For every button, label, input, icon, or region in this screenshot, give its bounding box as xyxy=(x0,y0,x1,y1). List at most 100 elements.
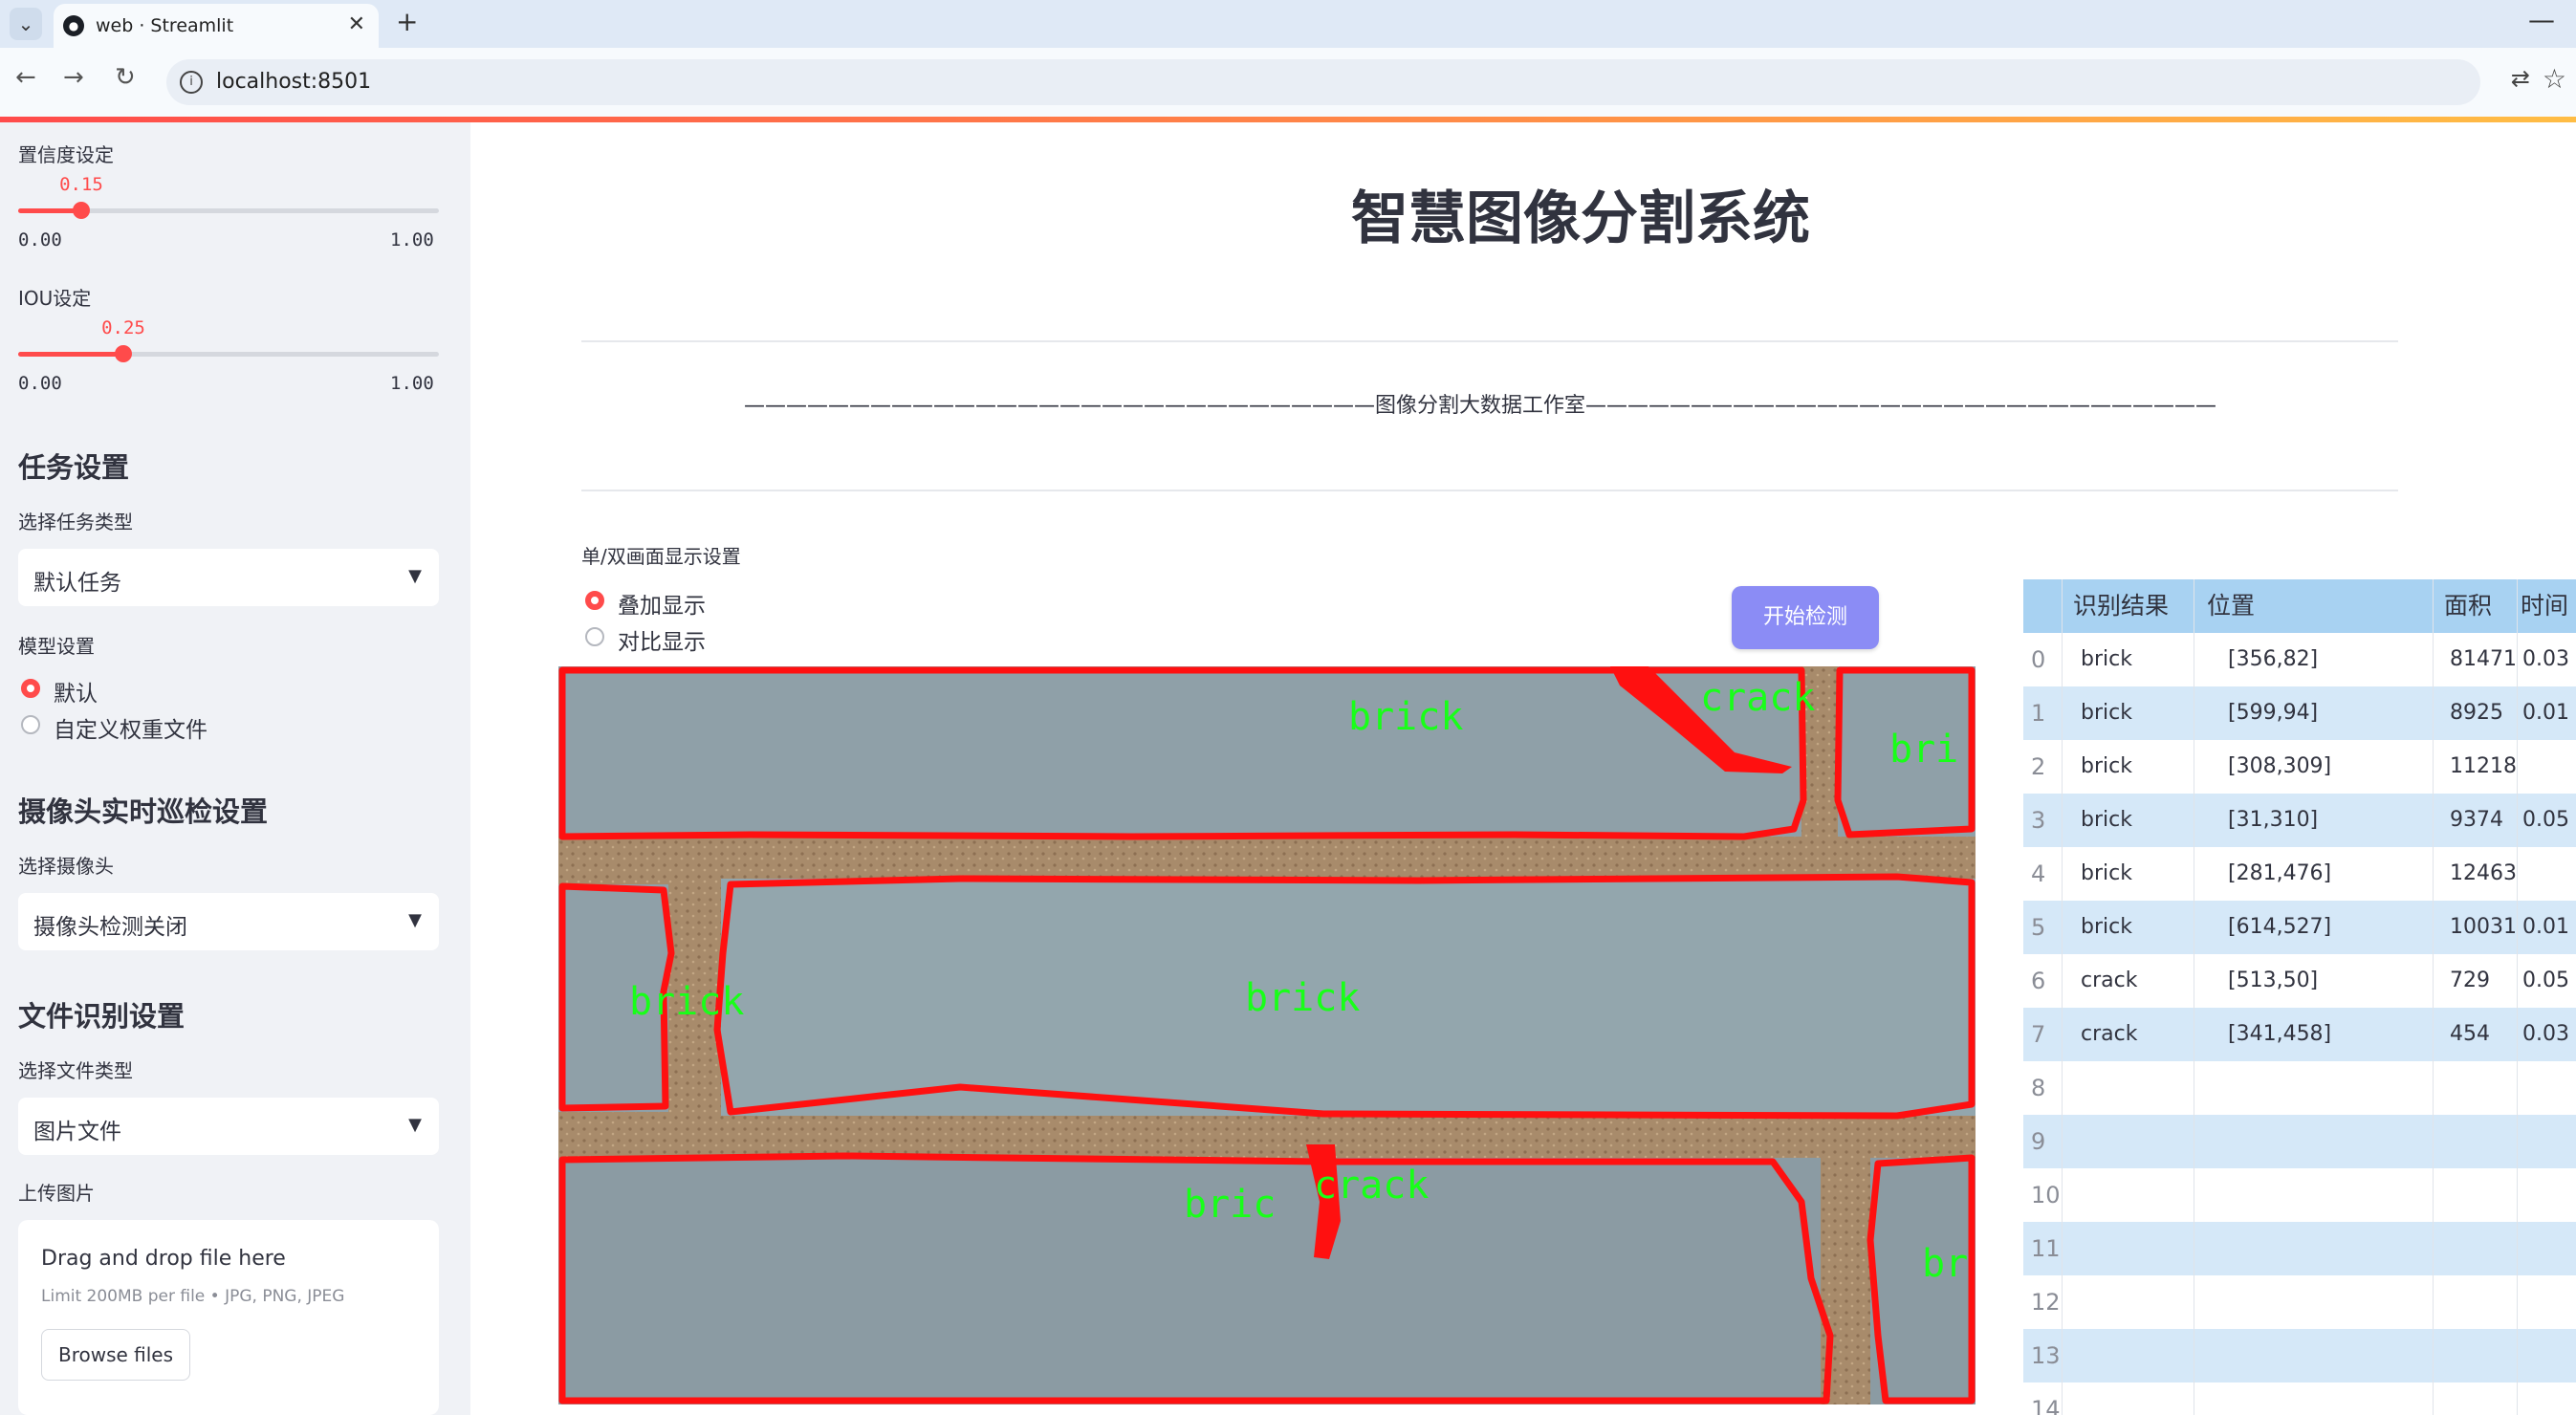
table-cell[interactable]: 0.03 xyxy=(2521,1008,2576,1061)
table-cell[interactable] xyxy=(2207,1329,2434,1382)
table-header-cell[interactable]: 位置 xyxy=(2207,579,2434,633)
table-cell[interactable]: [513,50] xyxy=(2207,954,2434,1008)
table-cell[interactable] xyxy=(2444,1329,2518,1382)
table-cell[interactable]: brick xyxy=(2073,901,2194,954)
table-row[interactable]: 4brick[281,476]1246360.04 xyxy=(2023,847,2576,901)
table-cell[interactable] xyxy=(2073,1115,2194,1168)
browse-files-button[interactable]: Browse files xyxy=(41,1329,190,1381)
table-cell[interactable] xyxy=(2444,1168,2518,1222)
table-cell[interactable] xyxy=(2444,1061,2518,1115)
translate-icon[interactable]: ⇄ xyxy=(2511,65,2530,92)
row-index[interactable]: 0 xyxy=(2023,633,2063,686)
table-cell[interactable] xyxy=(2521,1329,2576,1382)
table-row[interactable]: 0 brick [356,82] 81471 0.03 xyxy=(2023,633,2576,686)
table-cell[interactable]: 1246360.04 xyxy=(2444,847,2518,901)
table-cell[interactable] xyxy=(2207,1061,2434,1115)
table-cell[interactable]: 0.01 xyxy=(2521,901,2576,954)
table-cell[interactable] xyxy=(2444,1222,2518,1275)
table-cell[interactable]: 729 xyxy=(2444,954,2518,1008)
table-header-cell[interactable]: 时间 xyxy=(2521,579,2576,633)
table-cell[interactable]: crack xyxy=(2073,1008,2194,1061)
file-dropzone[interactable]: Drag and drop file here Limit 200MB per … xyxy=(18,1220,439,1415)
row-index[interactable]: 8 xyxy=(2023,1061,2063,1115)
result-table[interactable]: 识别结果 位置 面积 时间 0 brick [356,82] 81471 0.03 1 br… xyxy=(2023,579,2576,1415)
table-cell[interactable] xyxy=(2521,1061,2576,1115)
table-cell[interactable]: 454 xyxy=(2444,1008,2518,1061)
table-row[interactable]: 9 xyxy=(2023,1115,2576,1168)
table-cell[interactable]: 0.01 xyxy=(2521,686,2576,740)
table-cell[interactable] xyxy=(2073,1275,2194,1329)
browser-tab[interactable]: ● web · Streamlit ✕ xyxy=(54,4,379,48)
camera-select[interactable]: 摄像头检测关闭 ▼ xyxy=(18,893,439,950)
file-type-select[interactable]: 图片文件 ▼ xyxy=(18,1098,439,1155)
table-cell[interactable] xyxy=(2521,847,2576,901)
table-cell[interactable]: [614,527] xyxy=(2207,901,2434,954)
table-cell[interactable]: [599,94] xyxy=(2207,686,2434,740)
row-index[interactable]: 1 xyxy=(2023,686,2063,740)
table-cell[interactable] xyxy=(2073,1222,2194,1275)
table-row[interactable]: 2brick[308,309]1121890.05 xyxy=(2023,740,2576,794)
start-detection-button[interactable]: 开始检测 xyxy=(1732,586,1879,649)
row-index[interactable]: 5 xyxy=(2023,901,2063,954)
table-row[interactable]: 1 brick [599,94] 8925 0.01 xyxy=(2023,686,2576,740)
table-row[interactable]: 10 xyxy=(2023,1168,2576,1222)
table-cell[interactable]: [31,310] xyxy=(2207,794,2434,847)
table-cell[interactable]: brick xyxy=(2073,740,2194,794)
iou-slider-thumb[interactable] xyxy=(115,345,132,362)
row-index[interactable]: 13 xyxy=(2023,1329,2063,1382)
table-cell[interactable]: brick xyxy=(2073,686,2194,740)
url-text[interactable]: localhost:8501 xyxy=(216,70,371,94)
table-cell[interactable]: brick xyxy=(2073,794,2194,847)
table-row[interactable]: 6 crack [513,50] 729 0.05 xyxy=(2023,954,2576,1008)
table-cell[interactable]: [341,458] xyxy=(2207,1008,2434,1061)
iou-slider[interactable] xyxy=(18,345,439,362)
table-cell[interactable]: 8925 xyxy=(2444,686,2518,740)
table-cell[interactable] xyxy=(2207,1222,2434,1275)
row-index[interactable]: 14 xyxy=(2023,1382,2063,1415)
table-cell[interactable] xyxy=(2073,1168,2194,1222)
row-index[interactable]: 11 xyxy=(2023,1222,2063,1275)
table-cell[interactable]: 0.03 xyxy=(2521,633,2576,686)
table-row[interactable]: 3 brick [31,310] 9374 0.05 xyxy=(2023,794,2576,847)
site-info-icon[interactable]: i xyxy=(180,71,203,94)
table-cell[interactable]: 0.05 xyxy=(2521,794,2576,847)
table-cell[interactable]: brick xyxy=(2073,847,2194,901)
table-row[interactable]: 7 crack [341,458] 454 0.03 xyxy=(2023,1008,2576,1061)
table-header-cell[interactable] xyxy=(2023,579,2063,633)
row-index[interactable]: 9 xyxy=(2023,1115,2063,1168)
table-cell[interactable] xyxy=(2207,1168,2434,1222)
table-cell[interactable] xyxy=(2444,1115,2518,1168)
tab-close-icon[interactable]: ✕ xyxy=(348,12,365,36)
table-cell[interactable]: 81471 xyxy=(2444,633,2518,686)
window-minimize-icon[interactable]: — xyxy=(2528,4,2555,35)
table-cell[interactable] xyxy=(2521,1222,2576,1275)
table-cell[interactable]: [281,476] xyxy=(2207,847,2434,901)
row-index[interactable]: 2 xyxy=(2023,740,2063,794)
row-index[interactable]: 10 xyxy=(2023,1168,2063,1222)
table-cell[interactable] xyxy=(2444,1275,2518,1329)
table-cell[interactable]: 9374 xyxy=(2444,794,2518,847)
table-cell[interactable]: crack xyxy=(2073,954,2194,1008)
table-row[interactable]: 5 brick [614,527] 10031 0.01 xyxy=(2023,901,2576,954)
table-cell[interactable]: 10031 xyxy=(2444,901,2518,954)
table-cell[interactable] xyxy=(2521,740,2576,794)
tab-list-chevron-icon[interactable]: ⌄ xyxy=(10,8,42,40)
table-cell[interactable] xyxy=(2073,1061,2194,1115)
table-header-cell[interactable]: 面积 xyxy=(2444,579,2518,633)
table-cell[interactable] xyxy=(2073,1329,2194,1382)
task-type-select[interactable]: 默认任务 ▼ xyxy=(18,549,439,606)
row-index[interactable]: 12 xyxy=(2023,1275,2063,1329)
bookmark-star-icon[interactable]: ☆ xyxy=(2543,63,2566,95)
table-cell[interactable]: [356,82] xyxy=(2207,633,2434,686)
table-cell[interactable]: [308,309] xyxy=(2207,740,2434,794)
table-cell[interactable]: brick xyxy=(2073,633,2194,686)
row-index[interactable]: 7 xyxy=(2023,1008,2063,1061)
table-row[interactable]: 8 xyxy=(2023,1061,2576,1115)
forward-arrow-icon[interactable]: → xyxy=(63,63,84,92)
table-cell[interactable]: 0.05 xyxy=(2521,954,2576,1008)
back-arrow-icon[interactable]: ← xyxy=(15,63,36,92)
reload-icon[interactable]: ↻ xyxy=(115,63,136,92)
table-row[interactable]: 13 xyxy=(2023,1329,2576,1382)
table-cell[interactable] xyxy=(2207,1115,2434,1168)
confidence-slider-thumb[interactable] xyxy=(73,202,90,219)
